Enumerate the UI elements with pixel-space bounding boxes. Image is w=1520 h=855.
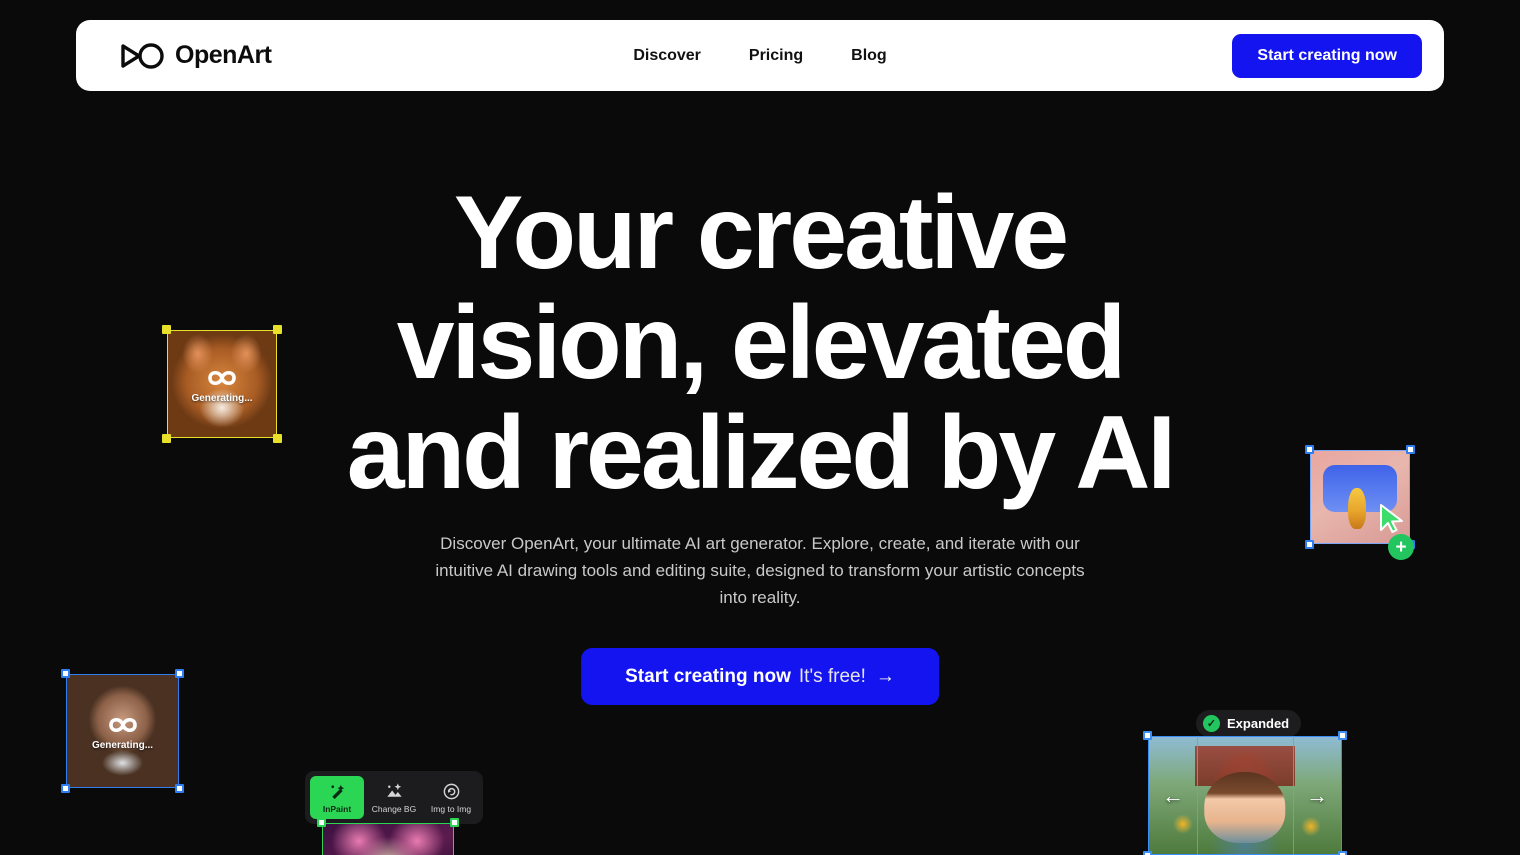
- tool-change-bg-label: Change BG: [371, 804, 417, 814]
- arrow-right-icon[interactable]: →: [1306, 783, 1328, 809]
- resize-handle-top-right[interactable]: [273, 325, 282, 334]
- cat-thumbnail-card[interactable]: Generating...: [162, 325, 282, 443]
- landing-page: OpenArt Discover Pricing Blog Start crea…: [0, 0, 1520, 855]
- resize-handle-bottom-left[interactable]: [1143, 851, 1152, 855]
- circular-refresh-icon: [443, 783, 459, 800]
- pointer-cursor-icon: [1380, 504, 1403, 533]
- header-start-creating-button[interactable]: Start creating now: [1232, 33, 1422, 78]
- expanded-girl-thumbnail-card[interactable]: ← →: [1143, 731, 1347, 855]
- page-title: Your creative vision, elevated and reali…: [346, 175, 1176, 512]
- resize-handle-bottom-left[interactable]: [1305, 540, 1314, 549]
- check-circle-icon: ✓: [1203, 715, 1220, 732]
- resize-handle-top-right[interactable]: [1406, 445, 1415, 454]
- hero-cta-light-label: It's free!: [798, 665, 866, 687]
- add-to-canvas-badge[interactable]: +: [1388, 534, 1414, 560]
- old-man-thumbnail-card[interactable]: Generating...: [61, 669, 184, 793]
- resize-handle-top-right[interactable]: [175, 669, 184, 678]
- outpaint-seam-right: [1293, 736, 1294, 855]
- editing-toolbar: InPaint Change BG Img to Img: [305, 771, 483, 824]
- selection-frame: [167, 330, 277, 438]
- tool-change-bg[interactable]: Change BG: [367, 776, 421, 819]
- hero-cta-strong-label: Start creating now: [625, 665, 791, 687]
- tool-inpaint[interactable]: InPaint: [310, 776, 364, 819]
- resize-handle-top-right[interactable]: [450, 818, 459, 827]
- resize-handle-top-left[interactable]: [61, 669, 70, 678]
- resize-handle-top-left[interactable]: [317, 818, 326, 827]
- resize-handle-top-left[interactable]: [162, 325, 171, 334]
- resize-handle-bottom-right[interactable]: [175, 784, 184, 793]
- resize-handle-bottom-right[interactable]: [1338, 851, 1347, 855]
- outpaint-seam-left: [1197, 736, 1198, 855]
- site-header: OpenArt Discover Pricing Blog Start crea…: [76, 20, 1444, 91]
- hero-subheading: Discover OpenArt, your ultimate AI art g…: [435, 534, 1085, 607]
- tool-inpaint-label: InPaint: [322, 804, 352, 814]
- status-badge: ✓ Expanded: [1196, 710, 1302, 737]
- arrow-right-icon: →: [875, 665, 895, 687]
- selection-frame: [322, 823, 454, 855]
- nav-item-discover[interactable]: Discover: [633, 47, 701, 65]
- nav-item-blog[interactable]: Blog: [851, 47, 887, 65]
- tool-img-to-img[interactable]: Img to Img: [424, 776, 478, 819]
- status-badge-label: Expanded: [1227, 716, 1290, 731]
- tool-img-to-img-label: Img to Img: [430, 804, 472, 814]
- hero-start-creating-button[interactable]: Start creating now It's free! →: [581, 648, 939, 705]
- image-sparkle-icon: [386, 783, 402, 797]
- magic-wand-icon: [330, 784, 344, 800]
- colorful-cat-thumbnail-card[interactable]: [317, 818, 459, 855]
- resize-handle-top-left[interactable]: [1305, 445, 1314, 454]
- arrow-left-icon[interactable]: ←: [1162, 783, 1184, 809]
- resize-handle-bottom-left[interactable]: [61, 784, 70, 793]
- nav-item-pricing[interactable]: Pricing: [749, 47, 803, 65]
- resize-handle-bottom-left[interactable]: [162, 434, 171, 443]
- resize-handle-top-right[interactable]: [1338, 731, 1347, 740]
- resize-handle-top-left[interactable]: [1143, 731, 1152, 740]
- resize-handle-bottom-right[interactable]: [273, 434, 282, 443]
- selection-frame: [66, 674, 179, 788]
